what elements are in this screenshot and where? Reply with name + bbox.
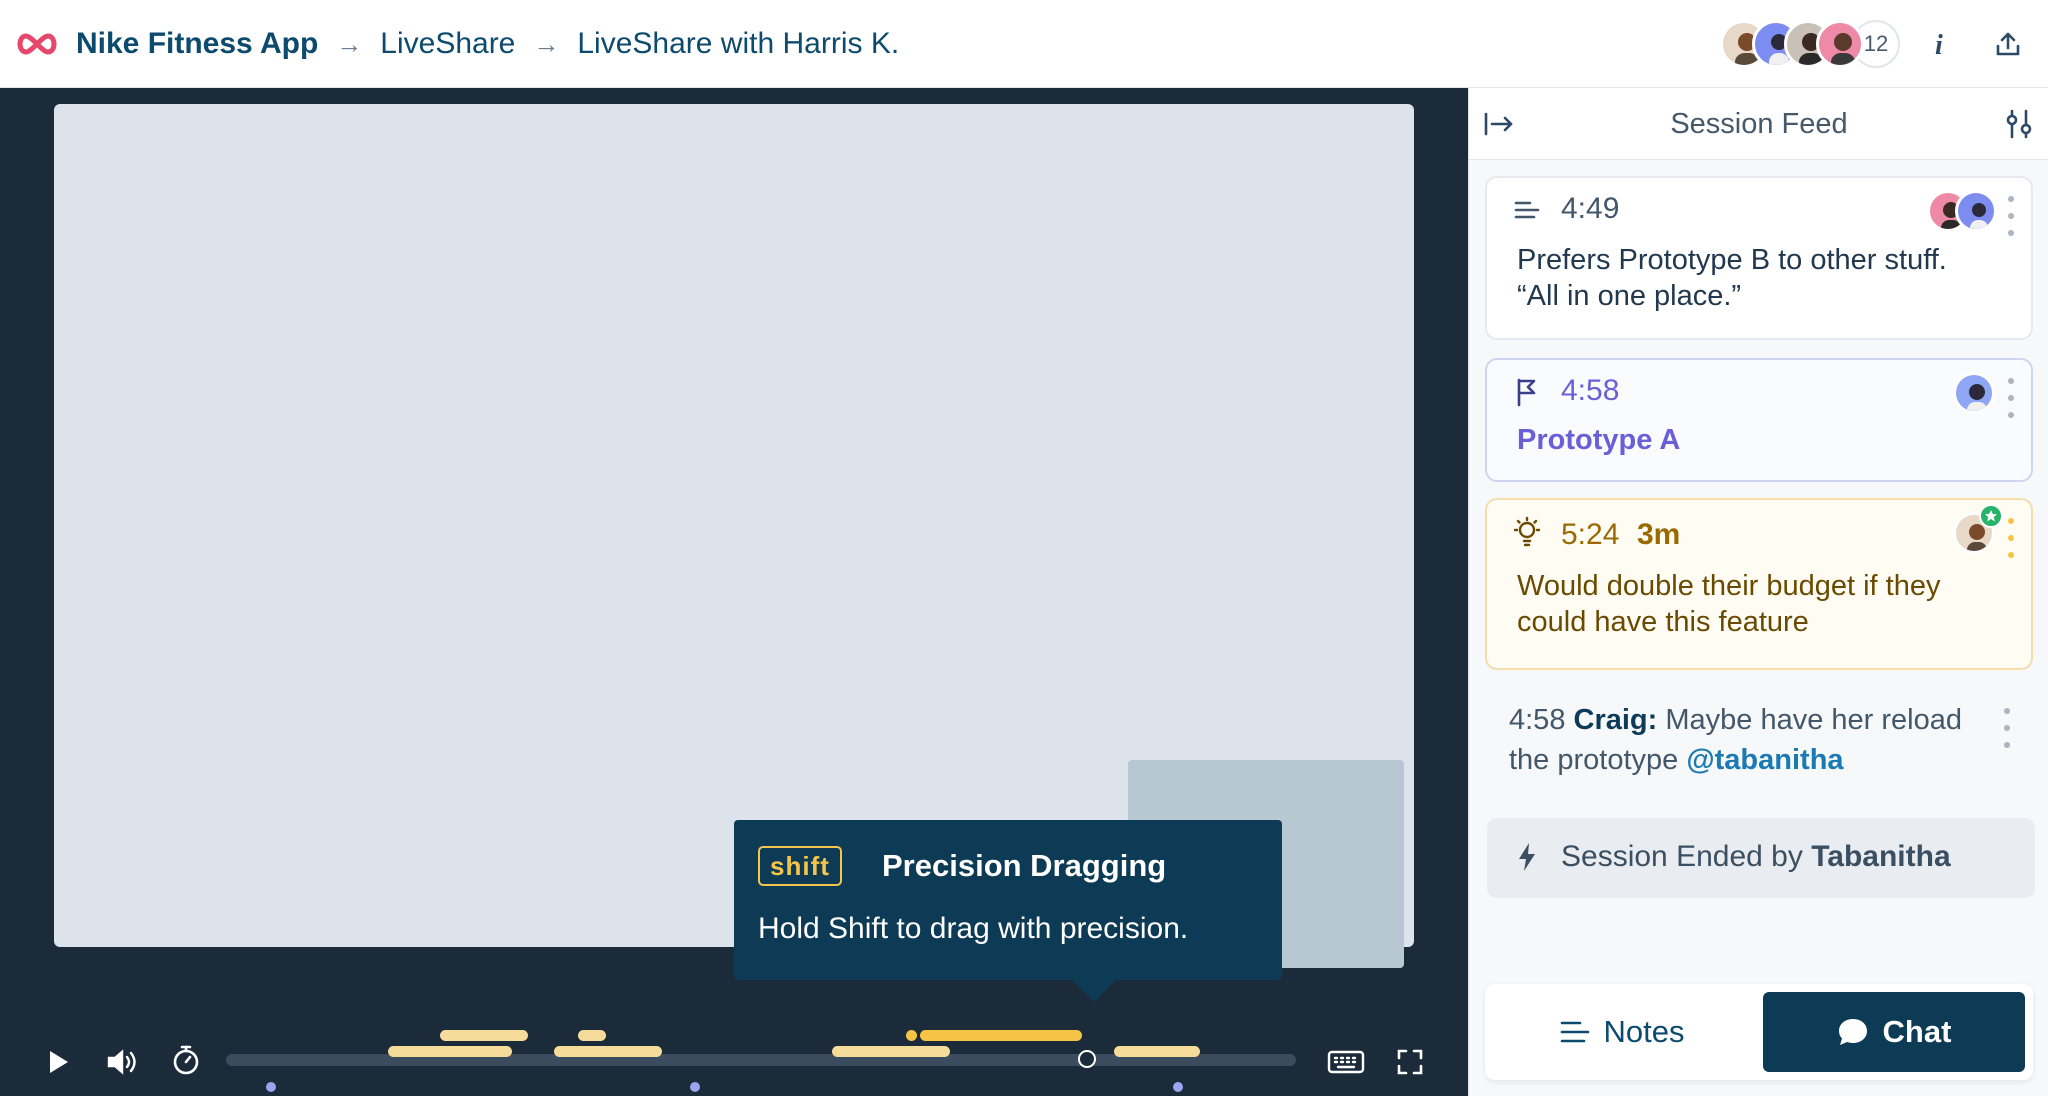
avatar xyxy=(1955,190,1997,232)
panel-title: Session Feed xyxy=(1670,108,1848,140)
card-more-menu-icon[interactable] xyxy=(2005,378,2017,418)
volume-button[interactable] xyxy=(102,1042,142,1082)
card-timestamp[interactable]: 4:58 xyxy=(1561,374,1619,408)
avatar xyxy=(1816,20,1864,68)
fullscreen-button[interactable] xyxy=(1390,1042,1430,1082)
tooltip-body: Hold Shift to drag with precision. xyxy=(758,912,1189,945)
keyboard-shortcuts-button[interactable] xyxy=(1326,1042,1366,1082)
infinity-logo-icon[interactable] xyxy=(14,28,60,60)
feed-card-note[interactable]: 4:49 Prefers Prototype B to other stuff.… xyxy=(1485,176,2033,340)
svg-text:i: i xyxy=(1935,30,1943,58)
avatar xyxy=(1953,372,1995,414)
card-more-menu-icon[interactable] xyxy=(2005,518,2017,558)
video-stage: shift Precision Dragging Hold Shift to d… xyxy=(0,88,1468,1096)
session-ended-prefix: Session Ended by xyxy=(1561,840,1803,873)
card-text: Prototype A xyxy=(1517,424,1681,456)
tab-chat[interactable]: Chat xyxy=(1763,992,2025,1072)
share-icon[interactable] xyxy=(1990,26,2026,62)
breadcrumb: Nike Fitness App → LiveShare → LiveShare… xyxy=(76,0,899,88)
note-lines-icon xyxy=(1511,194,1543,226)
participant-avatars[interactable]: 12 xyxy=(1720,20,1900,68)
card-avatars xyxy=(1927,190,1997,232)
chat-timestamp[interactable]: 4:58 xyxy=(1509,704,1565,736)
timeline-marker[interactable] xyxy=(266,1082,276,1092)
timeline-highlight[interactable] xyxy=(440,1030,528,1041)
star-badge-icon xyxy=(1979,504,2003,528)
chat-author: Craig: xyxy=(1573,704,1658,736)
chat-message: 4:58 Craig: Maybe have her reload the pr… xyxy=(1509,700,1979,780)
timeline-marker[interactable] xyxy=(1173,1082,1183,1092)
session-feed-panel: Session Feed 4:49 Prefers Prototype B to… xyxy=(1468,88,2048,1096)
top-bar: Nike Fitness App → LiveShare → LiveShare… xyxy=(0,0,2048,88)
lightbulb-icon xyxy=(1511,516,1543,548)
timeline-highlight[interactable] xyxy=(554,1046,662,1057)
tab-chat-label: Chat xyxy=(1882,1014,1952,1049)
timeline-highlight[interactable] xyxy=(578,1030,606,1041)
session-ended-event: Session Ended by Tabanitha xyxy=(1487,818,2035,898)
card-avatars xyxy=(1953,372,1995,414)
chat-bubble-icon xyxy=(1838,1019,1867,1045)
tab-notes-label: Notes xyxy=(1603,1014,1685,1049)
card-avatars xyxy=(1953,504,2003,554)
timer-button[interactable] xyxy=(166,1040,206,1080)
timeline-highlight[interactable] xyxy=(832,1046,950,1057)
precision-dragging-tooltip: shift Precision Dragging Hold Shift to d… xyxy=(734,820,1282,1002)
card-more-menu-icon[interactable] xyxy=(2005,196,2017,236)
feed-card-insight[interactable]: 5:24 3m Would double their budget if the… xyxy=(1485,498,2033,670)
chat-more-menu-icon[interactable] xyxy=(2001,708,2013,748)
tab-notes[interactable]: Notes xyxy=(1485,984,1759,1080)
filter-settings-icon[interactable] xyxy=(2001,106,2037,142)
timeline-highlight-active[interactable] xyxy=(920,1030,1082,1041)
breadcrumb-app[interactable]: Nike Fitness App xyxy=(76,27,318,61)
tooltip-title: Precision Dragging xyxy=(882,848,1167,883)
breadcrumb-arrow-icon: → xyxy=(336,28,363,59)
session-ended-name: Tabanitha xyxy=(1811,840,1951,873)
timeline-marker[interactable] xyxy=(690,1082,700,1092)
card-timestamp[interactable]: 4:49 xyxy=(1561,192,1619,226)
timeline-highlight-start-marker[interactable] xyxy=(906,1030,917,1041)
play-button[interactable] xyxy=(38,1042,78,1082)
notes-icon xyxy=(1560,1021,1589,1043)
breadcrumb-arrow-icon: → xyxy=(533,28,560,59)
session-ended-text: Session Ended by Tabanitha xyxy=(1561,840,1951,874)
shift-key-badge: shift xyxy=(758,846,842,886)
feed-card-flag[interactable]: 4:58 Prototype A xyxy=(1485,358,2033,482)
breadcrumb-session: LiveShare with Harris K. xyxy=(577,27,900,60)
notes-chat-toggle: Notes Chat xyxy=(1485,984,2033,1080)
card-duration: 3m xyxy=(1637,518,1681,551)
timeline-highlight[interactable] xyxy=(1114,1046,1200,1057)
card-text: Prefers Prototype B to other stuff. “All… xyxy=(1517,244,1947,312)
card-text: Would double their budget if they could … xyxy=(1517,570,1941,638)
flag-icon xyxy=(1511,376,1543,408)
card-timestamp[interactable]: 5:24 xyxy=(1561,518,1619,552)
panel-header: Session Feed xyxy=(1469,88,2048,160)
timeline-highlight[interactable] xyxy=(388,1046,512,1057)
player-controls xyxy=(0,1028,1468,1096)
breadcrumb-liveshare[interactable]: LiveShare xyxy=(380,27,515,61)
lightning-icon xyxy=(1517,842,1537,877)
chat-mention[interactable]: @tabanitha xyxy=(1686,744,1843,776)
timeline-scrubber[interactable] xyxy=(226,1028,1296,1096)
info-icon[interactable]: i xyxy=(1924,26,1960,62)
